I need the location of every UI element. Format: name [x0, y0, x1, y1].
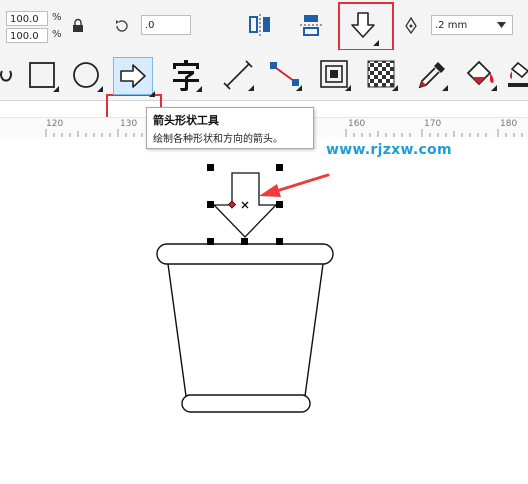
ruler-label: 120: [46, 119, 64, 129]
toolbox: [0, 50, 528, 152]
height-percent-input[interactable]: 100.0: [6, 28, 48, 43]
smart-fill-tool-icon[interactable]: [508, 59, 528, 91]
spiral-tool-icon[interactable]: [0, 63, 12, 85]
selection-handle[interactable]: [241, 238, 248, 245]
width-percent-input[interactable]: 100.0: [6, 11, 48, 26]
arrow-right-tool-icon: [120, 64, 146, 88]
contour-tool-icon[interactable]: [319, 59, 351, 91]
ellipse-tool-icon[interactable]: [71, 60, 103, 92]
parallel-dimension-tool-icon[interactable]: [222, 59, 254, 91]
percent-unit-top: %: [52, 12, 62, 23]
arrow-down-shape-picker-icon[interactable]: [348, 10, 378, 40]
ruler-label: 130: [120, 119, 138, 129]
flyout-corner-icon: [373, 40, 379, 46]
bucket-rim: [156, 243, 334, 265]
red-pointer-arrowhead: [259, 184, 281, 197]
tooltip-title: 箭头形状工具: [153, 114, 219, 127]
selection-handle[interactable]: [207, 164, 214, 171]
chevron-down-icon[interactable]: [497, 22, 506, 28]
pen-nib-icon: [405, 17, 417, 34]
selection-handle[interactable]: [276, 238, 283, 245]
selection-handle[interactable]: [207, 238, 214, 245]
text-tool-icon[interactable]: [170, 58, 202, 92]
property-bar: 100.0 100.0 % % .0 .2 mm: [0, 0, 528, 51]
connector-tool-icon[interactable]: [268, 59, 302, 91]
selection-handle[interactable]: [207, 201, 214, 208]
watermark-text: www.rjzxw.com: [326, 142, 452, 158]
flyout-corner-icon: [149, 91, 155, 97]
rotation-angle-input[interactable]: .0: [141, 15, 191, 35]
rectangle-tool-icon[interactable]: [27, 60, 59, 92]
percent-unit-bottom: %: [52, 29, 62, 40]
selection-handle[interactable]: [276, 201, 283, 208]
interactive-fill-tool-icon[interactable]: [463, 59, 497, 91]
ruler-label: 170: [424, 119, 442, 129]
rotate-icon: [116, 20, 128, 32]
mirror-vertical-icon[interactable]: [298, 12, 324, 38]
bucket-base: [181, 394, 311, 413]
drawing-artwork: [156, 172, 334, 413]
mirror-horizontal-icon[interactable]: [247, 12, 273, 38]
tool-tooltip: 箭头形状工具 绘制各种形状和方向的箭头。: [146, 107, 314, 149]
selection-handle[interactable]: [276, 164, 283, 171]
bucket-body: [167, 263, 324, 397]
lock-ratio-icon[interactable]: [72, 18, 84, 33]
arrow-shapes-tool-button[interactable]: [113, 57, 153, 95]
tooltip-description: 绘制各种形状和方向的箭头。: [153, 134, 283, 145]
ruler-label: 180: [500, 119, 518, 129]
eyedropper-tool-icon[interactable]: [416, 59, 448, 91]
ruler-label: 160: [348, 119, 366, 129]
transparency-tool-icon[interactable]: [366, 59, 398, 91]
